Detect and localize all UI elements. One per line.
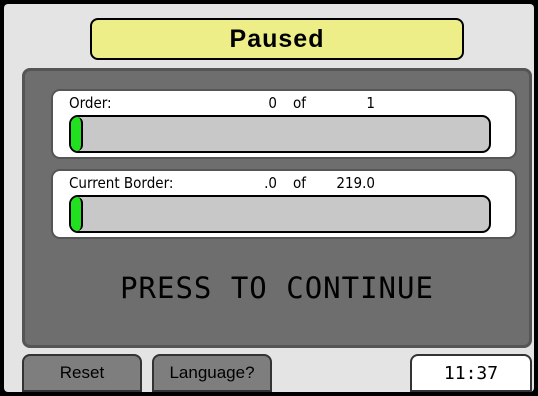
border-progress-bar <box>69 195 491 233</box>
order-progress-bar <box>69 115 491 153</box>
border-total-value: 219.0 <box>336 174 375 192</box>
order-label: Order: <box>69 94 112 112</box>
border-progress-text: Current Border: .0 of 219.0 <box>53 174 515 192</box>
border-label: Current Border: <box>69 174 174 192</box>
order-of-text: of <box>293 94 307 112</box>
continue-panel[interactable]: Order: 0 of 1 Current Border: .0 of 219.… <box>22 68 532 348</box>
order-progress-text: Order: 0 of 1 <box>53 94 515 112</box>
reset-button[interactable]: Reset <box>22 354 142 392</box>
order-progress-card: Order: 0 of 1 <box>51 89 517 159</box>
status-title: Paused <box>90 18 464 60</box>
border-progress-card: Current Border: .0 of 219.0 <box>51 169 517 239</box>
border-of-text: of <box>293 174 307 192</box>
order-current-value: 0 <box>268 94 277 112</box>
border-progress-fill <box>71 197 83 231</box>
order-total-value: 1 <box>366 94 375 112</box>
language-button[interactable]: Language? <box>152 354 272 392</box>
clock-display: 11:37 <box>410 354 532 392</box>
press-to-continue-label[interactable]: PRESS TO CONTINUE <box>25 271 529 305</box>
border-current-value: .0 <box>264 174 277 192</box>
hmi-screen: Paused Order: 0 of 1 Current Border: .0 … <box>4 4 534 392</box>
order-progress-fill <box>71 117 83 151</box>
